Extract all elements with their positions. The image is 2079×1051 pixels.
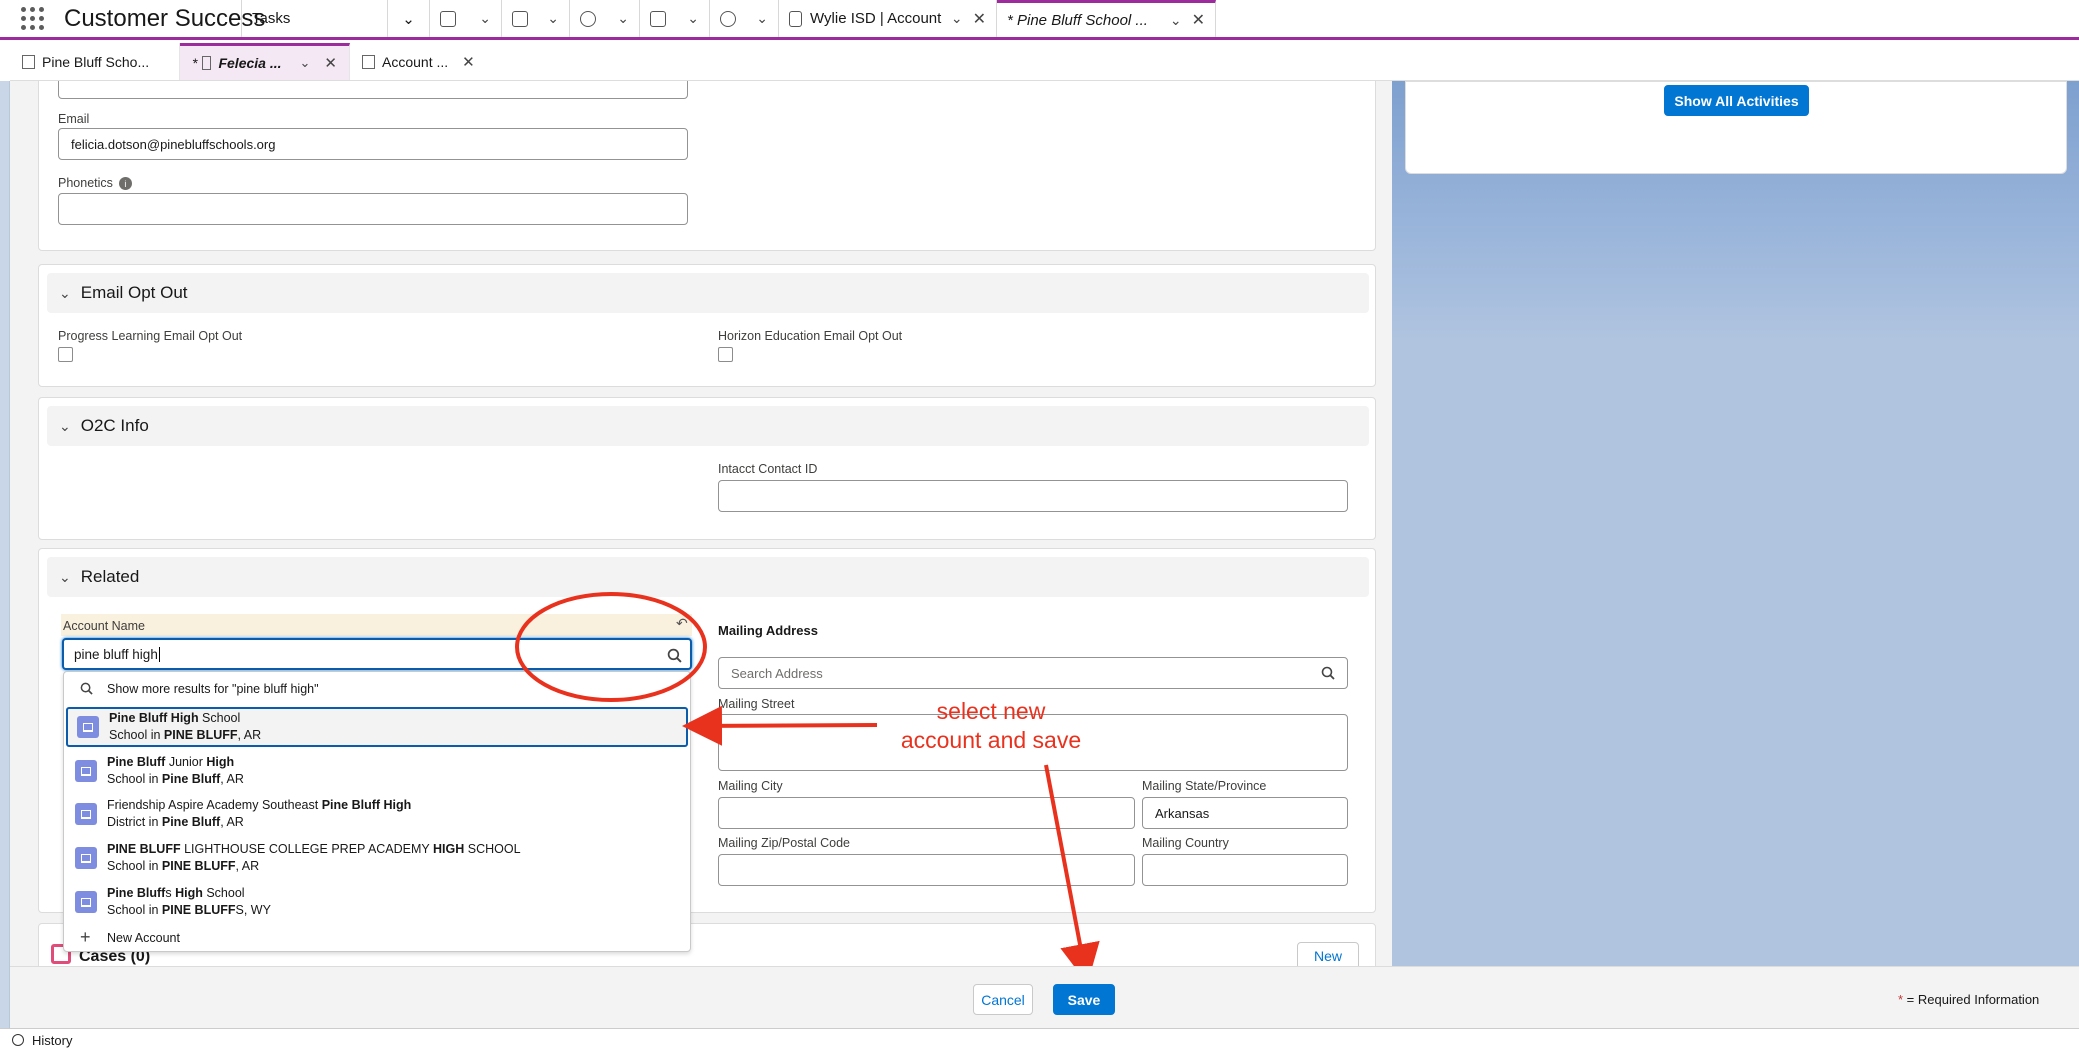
form-footer: Cancel Save * = Required Information bbox=[10, 966, 2079, 1028]
annotation-arrow-to-save bbox=[1044, 764, 1100, 984]
save-button[interactable]: Save bbox=[1053, 984, 1115, 1015]
annotation-circle bbox=[515, 592, 707, 702]
annotation-text: select new account and save bbox=[880, 697, 1102, 755]
history-utility-item[interactable]: History bbox=[32, 1033, 72, 1048]
required-info-note: * = Required Information bbox=[1898, 992, 2039, 1007]
annotation-overlay bbox=[515, 592, 1100, 984]
required-text: = Required Information bbox=[1903, 992, 2040, 1007]
annotation-line-2: account and save bbox=[900, 727, 1082, 753]
clock-icon bbox=[12, 1034, 24, 1046]
cancel-button[interactable]: Cancel bbox=[973, 984, 1033, 1015]
annotation-line-1: select new bbox=[936, 698, 1046, 724]
annotation-arrow-to-option bbox=[682, 705, 878, 746]
utility-bar: History bbox=[0, 1028, 2079, 1051]
